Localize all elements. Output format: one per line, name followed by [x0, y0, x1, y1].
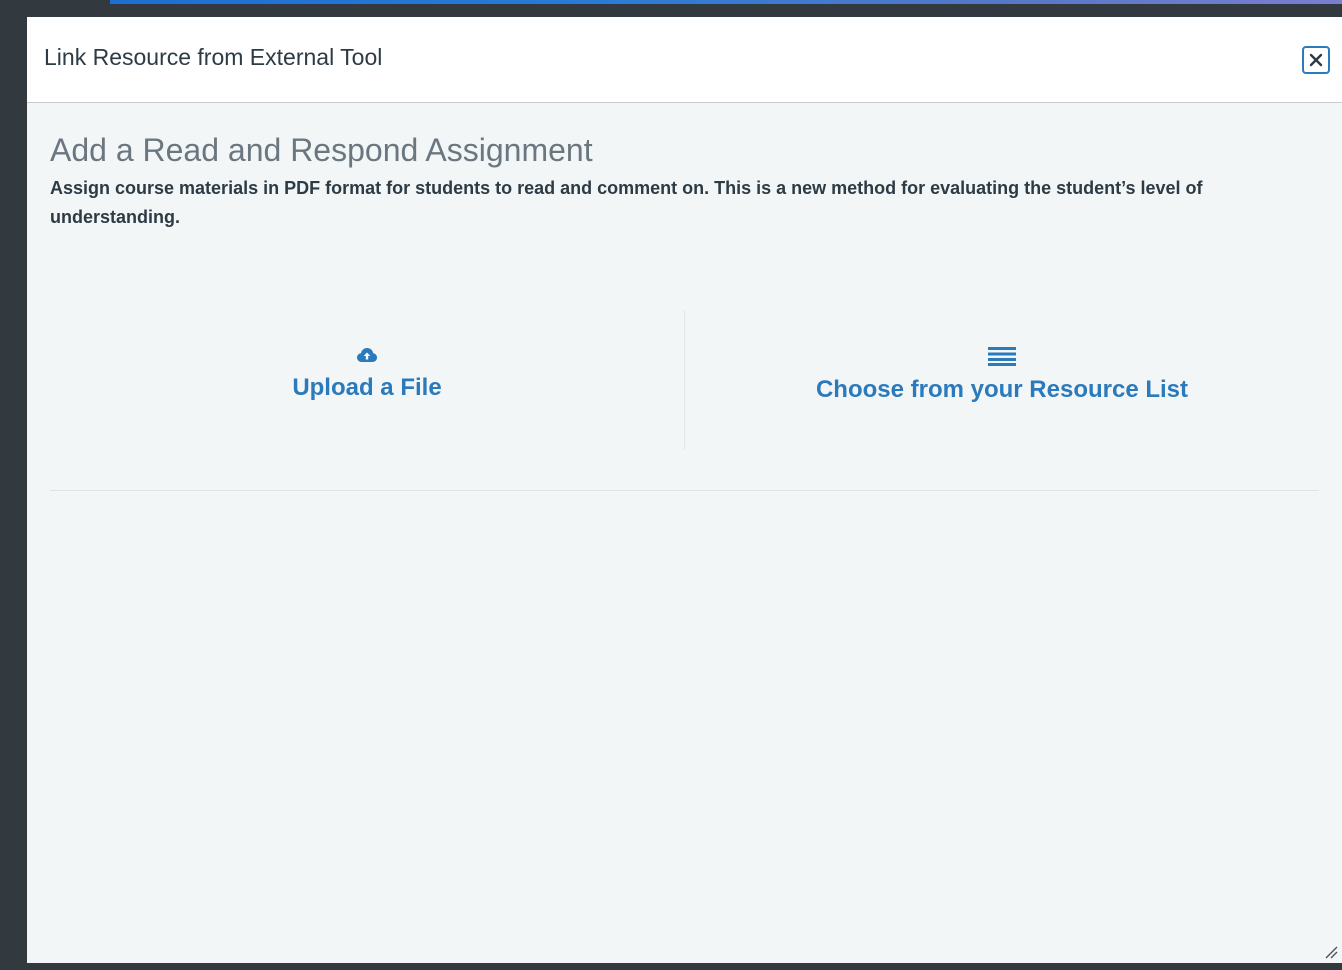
content-divider: [50, 489, 1319, 491]
dialog-header: Link Resource from External Tool: [27, 17, 1342, 103]
resource-options: Upload a File Choose from your Resource …: [50, 309, 1319, 450]
upload-file-option[interactable]: Upload a File: [50, 310, 684, 450]
upload-file-label: Upload a File: [292, 373, 442, 401]
close-button[interactable]: [1302, 46, 1330, 74]
resource-list-label: Choose from your Resource List: [815, 375, 1189, 403]
close-icon: [1309, 53, 1323, 67]
cloud-upload-icon: [357, 347, 377, 362]
dialog-content: Add a Read and Respond Assignment Assign…: [27, 103, 1342, 491]
section-heading: Add a Read and Respond Assignment: [50, 132, 593, 168]
backdrop-top-bar: [110, 0, 1342, 4]
resize-handle-icon[interactable]: [1324, 945, 1338, 959]
link-resource-dialog: Link Resource from External Tool Add a R…: [27, 17, 1342, 963]
resource-list-option[interactable]: Choose from your Resource List: [685, 310, 1319, 450]
dialog-title: Link Resource from External Tool: [44, 44, 383, 70]
section-description: Assign course materials in PDF format fo…: [50, 178, 1203, 227]
list-icon: [988, 346, 1016, 366]
